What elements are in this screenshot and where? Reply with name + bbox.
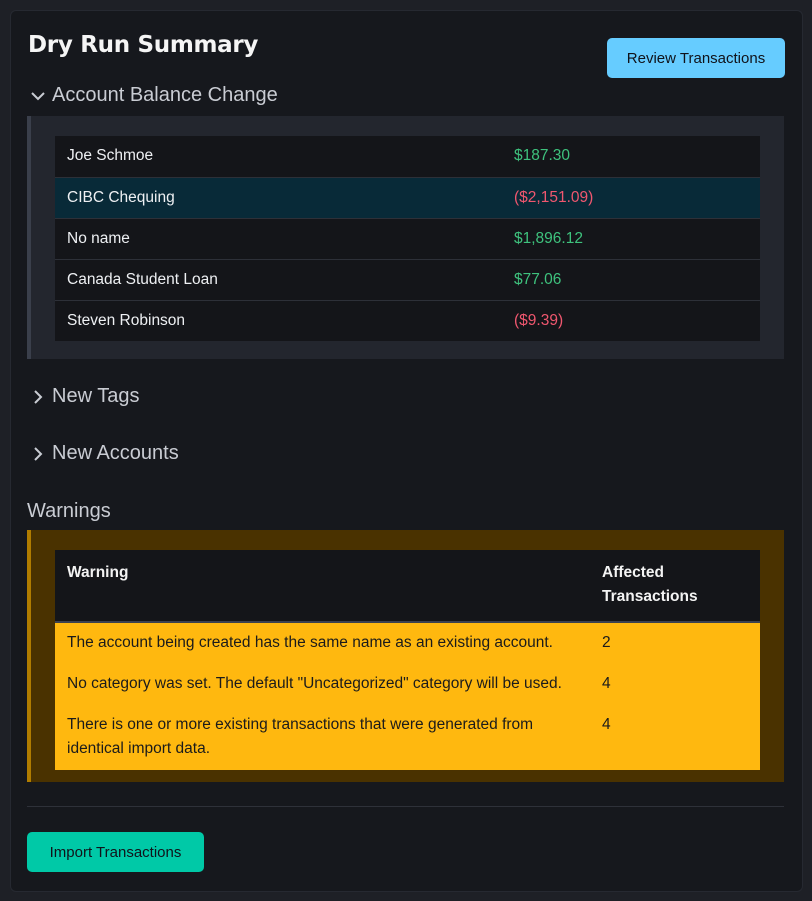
new-accounts-toggle[interactable]: New Accounts	[28, 442, 179, 465]
account-balance-label: Account Balance Change	[52, 84, 278, 106]
affected-count: 4	[590, 664, 760, 705]
balance-change: $77.06	[502, 259, 760, 301]
account-balance-toggle[interactable]: Account Balance Change	[28, 84, 278, 107]
balance-change: $187.30	[502, 136, 760, 178]
account-balance-panel: Joe Schmoe $187.30 CIBC Chequing ($2,151…	[27, 116, 784, 359]
balance-table: Joe Schmoe $187.30 CIBC Chequing ($2,151…	[55, 136, 760, 341]
affected-count: 4	[590, 705, 760, 770]
table-header-row: Warning Affected Transactions	[55, 550, 760, 623]
chevron-right-icon	[34, 446, 43, 461]
divider	[27, 806, 784, 807]
table-row: Joe Schmoe $187.30	[55, 136, 760, 178]
chevron-down-icon	[31, 91, 45, 100]
table-row: Steven Robinson ($9.39)	[55, 300, 760, 341]
table-row: No category was set. The default "Uncate…	[55, 664, 760, 705]
warning-text: No category was set. The default "Uncate…	[55, 664, 590, 705]
account-name: Steven Robinson	[67, 311, 186, 329]
table-row: Canada Student Loan $77.06	[55, 259, 760, 301]
affected-count: 2	[590, 622, 760, 664]
page-title: Dry Run Summary	[28, 32, 259, 58]
balance-change: ($2,151.09)	[502, 177, 760, 219]
import-transactions-button[interactable]: Import Transactions	[27, 832, 204, 872]
dry-run-card: Dry Run Summary Review Transactions Acco…	[10, 10, 803, 892]
balance-change: $1,896.12	[502, 218, 760, 260]
column-header-affected: Affected Transactions	[590, 550, 760, 623]
table-row: There is one or more existing transactio…	[55, 705, 760, 770]
account-name: No name	[55, 218, 502, 260]
table-row: The account being created has the same n…	[55, 622, 760, 664]
new-tags-label: New Tags	[52, 385, 140, 407]
warning-text: There is one or more existing transactio…	[55, 705, 590, 770]
account-name: CIBC Chequing	[55, 177, 502, 219]
chevron-right-icon	[34, 389, 43, 404]
warnings-panel: Warning Affected Transactions The accoun…	[27, 530, 784, 782]
new-accounts-label: New Accounts	[52, 442, 179, 464]
warning-text: The account being created has the same n…	[55, 622, 590, 664]
warnings-heading: Warnings	[27, 500, 111, 522]
table-row: CIBC Chequing ($2,151.09)	[55, 177, 760, 219]
new-tags-toggle[interactable]: New Tags	[28, 385, 139, 408]
column-header-warning: Warning	[55, 550, 590, 623]
table-row: No name $1,896.12	[55, 218, 760, 260]
review-transactions-button[interactable]: Review Transactions	[607, 38, 785, 78]
warnings-table: Warning Affected Transactions The accoun…	[55, 550, 760, 770]
balance-change: ($9.39)	[514, 311, 564, 329]
account-name: Canada Student Loan	[55, 259, 502, 301]
account-name: Joe Schmoe	[55, 136, 502, 178]
